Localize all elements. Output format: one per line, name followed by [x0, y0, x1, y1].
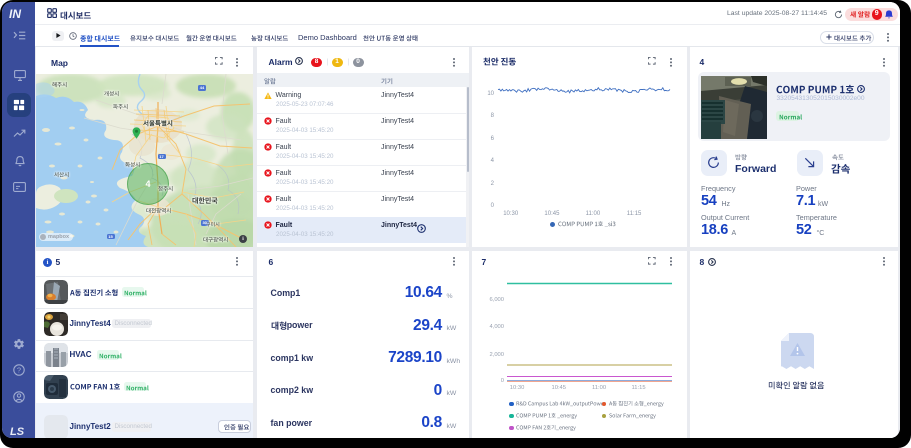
svg-text:?: ? — [17, 366, 21, 375]
